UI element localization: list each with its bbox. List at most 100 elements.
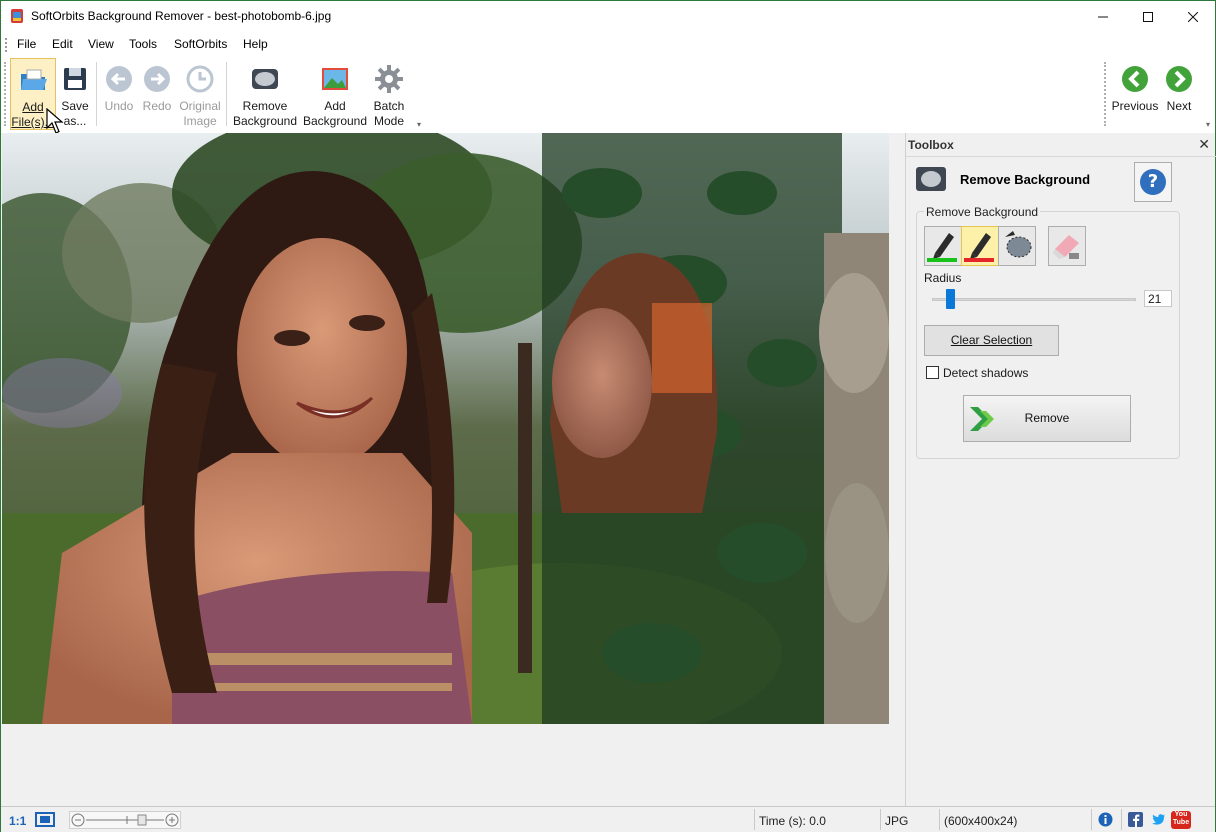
nav-toolbar-grip [1104,62,1106,126]
help-button[interactable]: ? [1134,162,1172,202]
window-title: SoftOrbits Background Remover - best-pho… [31,9,332,23]
previous-button[interactable]: Previous [1110,58,1160,130]
remove-marker-button[interactable] [961,226,999,266]
detect-shadows-checkbox[interactable] [926,366,939,379]
redo-label: Redo [142,99,172,113]
twitter-icon[interactable] [1151,812,1166,827]
toolbox-close-button[interactable]: ✕ [1198,136,1210,153]
add-background-icon [322,68,348,90]
batch-mode-button[interactable]: Batch Mode [370,58,408,130]
help-icon: ? [1140,169,1166,195]
original-image-button[interactable]: Original Image [177,58,223,130]
save-disk-icon [64,68,86,90]
original-image-label-1: Original [179,99,221,113]
menu-edit[interactable]: Edit [52,37,73,51]
red-marker-icon [964,233,994,262]
maximize-button[interactable] [1125,1,1171,32]
menu-file[interactable]: File [17,37,36,51]
remove-background-button[interactable]: Remove Background [231,58,299,130]
eraser-button[interactable] [1048,226,1086,266]
photo-image[interactable] [2,133,889,724]
info-icon[interactable] [1098,812,1113,827]
save-as-button[interactable]: Save as... [57,58,93,130]
toolbar-separator [96,62,97,126]
menu-view[interactable]: View [88,37,114,51]
fit-to-window-icon[interactable] [35,812,55,827]
radius-value-field[interactable]: 21 [1144,290,1172,307]
add-files-label-1: Add [22,100,44,114]
previous-arrow-icon [1122,66,1148,92]
undo-button[interactable]: Undo [101,58,137,130]
redo-button[interactable]: Redo [139,58,175,130]
auto-select-button[interactable] [998,226,1036,266]
save-as-label-1: Save [61,99,89,113]
previous-label: Previous [1111,99,1159,113]
status-separator [939,809,940,830]
open-folder-icon [21,69,47,90]
nav-toolbar-overflow-icon[interactable]: ▾ [1206,120,1210,129]
processing-time: Time (s): 0.0 [759,814,826,828]
clear-selection-button[interactable]: Clear Selection [924,325,1059,356]
add-background-label-2: Background [302,114,368,128]
lasso-select-icon [1005,231,1032,258]
maximize-icon [1143,11,1153,22]
next-arrow-icon [1166,66,1192,92]
detect-shadows-label[interactable]: Detect shadows [943,366,1028,380]
toolbar-grip [4,62,6,126]
menu-help[interactable]: Help [243,37,268,51]
remove-background-icon [252,69,278,89]
app-window: SoftOrbits Background Remover - best-pho… [0,0,1216,832]
facebook-icon[interactable] [1128,812,1143,827]
original-image-label-2: Image [183,114,217,128]
add-background-button[interactable]: Add Background [301,58,369,130]
zoom-slider[interactable] [69,811,181,829]
remove-label: Remove [1024,411,1070,425]
next-button[interactable]: Next [1162,58,1196,130]
batch-mode-label-1: Batch [373,99,405,113]
clock-history-icon [186,65,214,93]
image-canvas[interactable] [2,133,905,806]
close-icon [1188,11,1198,22]
toolbox-section-title: Remove Background [960,172,1091,187]
close-window-button[interactable] [1170,1,1216,32]
youtube-icon[interactable]: You Tube [1171,811,1191,829]
eraser-icon [1053,235,1079,259]
zoom-actual-size-button[interactable]: 1:1 [9,814,26,828]
menu-grip [5,38,7,52]
radius-label: Radius [924,271,962,285]
remove-background-icon [916,167,946,191]
group-label: Remove Background [924,205,1041,219]
redo-arrow-icon [144,66,170,92]
save-as-label-2: as... [63,114,87,128]
next-label: Next [1166,99,1192,113]
green-arrow-icon [970,407,994,431]
remove-button[interactable]: Remove [963,395,1131,442]
toolbox-panel: Toolbox ✕ Remove Background ? Remove Bac… [905,133,1216,806]
status-separator [1091,809,1092,830]
menu-softorbits[interactable]: SoftOrbits [174,37,227,51]
minimize-icon [1098,16,1108,17]
status-separator [1121,809,1122,830]
menu-tools[interactable]: Tools [129,37,157,51]
gear-icon [375,65,403,93]
menu-bar: File Edit View Tools SoftOrbits Help [1,32,1215,56]
zoom-slider-graphic [71,813,179,827]
keep-marker-button[interactable] [924,226,962,266]
title-bar: SoftOrbits Background Remover - best-pho… [1,1,1215,32]
image-format: JPG [885,814,909,828]
main-toolbar: Add File(s)... Save as... Undo Redo Orig… [1,56,1215,134]
toolbox-header: Toolbox ✕ [906,133,1216,157]
toolbar-overflow-icon[interactable]: ▾ [417,120,421,129]
remove-background-label-2: Background [232,114,298,128]
status-bar: 1:1 Time (s): 0.0 JPG (600x400x24) You T… [1,806,1215,832]
minimize-button[interactable] [1080,1,1126,32]
remove-background-label-1: Remove [242,99,288,113]
radius-slider-track[interactable] [932,298,1136,301]
radius-slider-thumb[interactable] [945,289,955,309]
undo-label: Undo [104,99,134,113]
add-background-label-1: Add [324,99,346,113]
batch-mode-label-2: Mode [373,114,405,128]
clear-selection-label: Clear Selection [950,333,1033,347]
green-marker-icon [927,233,957,262]
toolbar-separator [226,62,227,126]
